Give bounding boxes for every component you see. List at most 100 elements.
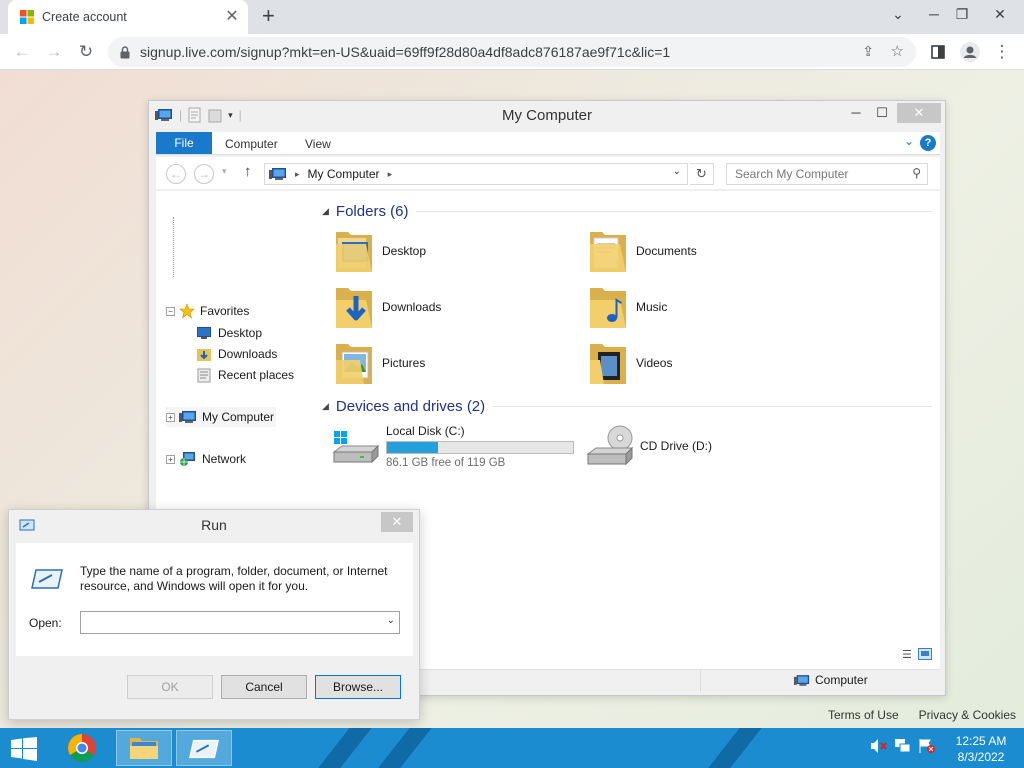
new-tab-button[interactable]: + <box>262 5 280 28</box>
tab-search-icon[interactable]: ⌄ <box>888 4 908 24</box>
run-open-input[interactable]: ⌄ <box>80 611 400 634</box>
tab-view[interactable]: View <box>305 132 331 154</box>
back-arrow-icon[interactable]: ← <box>10 40 34 64</box>
lock-icon <box>120 45 130 58</box>
taskbar-chrome[interactable] <box>54 730 110 766</box>
browser-tab-strip: Create account ✕ + ⌄ ─ ❐ ✕ <box>0 0 1024 34</box>
start-button-windows-icon[interactable] <box>10 737 38 761</box>
explorer-minimize-button[interactable]: ─ <box>843 103 869 123</box>
explorer-forward-icon[interactable]: → <box>194 164 214 184</box>
pictures-folder-icon <box>336 344 372 384</box>
run-program-icon <box>31 569 63 589</box>
refresh-icon[interactable]: ↻ <box>690 163 714 185</box>
explorer-titlebar[interactable]: | ▾ | My Computer ─ ☐ ✕ <box>149 101 945 131</box>
close-window-button[interactable]: ✕ <box>990 4 1010 24</box>
restore-button[interactable]: ❐ <box>952 4 972 24</box>
status-location: Computer <box>794 673 868 687</box>
folder-desktop[interactable]: Desktop <box>334 225 426 277</box>
explorer-address-bar[interactable]: ▸ My Computer ▸ ⌄ <box>264 163 688 185</box>
explorer-maximize-button[interactable]: ☐ <box>869 103 895 123</box>
explorer-search-input[interactable]: Search My Computer ⚲ <box>726 163 928 185</box>
volume-muted-icon[interactable] <box>870 738 888 754</box>
taskbar-clock[interactable]: 12:25 AM 8/3/2022 <box>948 733 1014 765</box>
breadcrumb-my-computer[interactable]: My Computer <box>308 167 380 181</box>
breadcrumb-chevron-icon[interactable]: ▸ <box>388 169 393 180</box>
url-text: signup.live.com/signup?mkt=en-US&uaid=69… <box>140 44 671 60</box>
profile-avatar-icon[interactable] <box>958 40 982 64</box>
address-bar[interactable]: signup.live.com/signup?mkt=en-US&uaid=69… <box>108 37 916 67</box>
devices-group-header[interactable]: ◢ Devices and drives (2) <box>322 398 932 415</box>
documents-folder-icon <box>590 232 626 272</box>
bookmark-star-icon[interactable]: ☆ <box>891 42 904 60</box>
reload-icon[interactable]: ↻ <box>74 40 98 64</box>
side-panel-icon[interactable] <box>926 40 950 64</box>
hard-drive-icon <box>332 430 380 463</box>
address-computer-icon <box>269 168 286 180</box>
collapse-icon[interactable]: − <box>166 306 175 316</box>
folder-music[interactable]: Music <box>588 281 667 333</box>
browser-tab[interactable]: Create account ✕ <box>8 0 248 34</box>
ok-button[interactable]: OK <box>127 675 213 699</box>
desktop-icon <box>197 327 211 339</box>
browser-toolbar: ← → ↻ signup.live.com/signup?mkt=en-US&u… <box>0 34 1024 70</box>
explorer-back-icon[interactable]: ← <box>166 164 186 184</box>
network-status-icon[interactable] <box>894 738 912 754</box>
up-arrow-icon[interactable]: ↑ <box>244 163 252 180</box>
breadcrumb-chevron-icon[interactable]: ▸ <box>295 169 300 180</box>
run-dialog: Run ✕ Type the name of a program, folder… <box>8 509 420 720</box>
taskbar-run[interactable] <box>176 730 232 766</box>
run-body: Type the name of a program, folder, docu… <box>16 543 413 656</box>
details-view-icon[interactable]: ☰ <box>902 648 912 661</box>
sidebar-item-network[interactable]: + Network <box>166 449 246 469</box>
drive-cd-d[interactable]: CD Drive (D:) <box>586 424 712 468</box>
explorer-navigation-bar: ← → ▾ ↑ ▸ My Computer ▸ ⌄ ↻ Search My Co… <box>156 157 940 189</box>
downloads-folder-icon <box>336 288 372 328</box>
microsoft-logo-icon <box>20 10 34 24</box>
sidebar-item-desktop[interactable]: Desktop <box>196 323 262 343</box>
help-icon[interactable]: ? <box>920 135 936 151</box>
collapse-group-icon[interactable]: ◢ <box>322 401 329 412</box>
sidebar-item-recent-places[interactable]: Recent places <box>196 365 294 385</box>
folder-videos[interactable]: Videos <box>588 337 672 389</box>
drive-local-disk-c[interactable]: Local Disk (C:) 86.1 GB free of 119 GB <box>332 424 574 469</box>
taskbar-file-explorer[interactable] <box>116 730 172 766</box>
chevron-down-icon[interactable]: ⌄ <box>387 615 395 626</box>
explorer-close-button[interactable]: ✕ <box>897 103 941 123</box>
explorer-title: My Computer <box>501 107 593 124</box>
expand-icon[interactable]: + <box>166 454 175 464</box>
tab-computer[interactable]: Computer <box>225 132 278 154</box>
search-icon: ⚲ <box>912 166 921 180</box>
run-close-button[interactable]: ✕ <box>381 512 413 532</box>
expand-ribbon-icon[interactable]: ⌄ <box>904 134 914 148</box>
music-folder-icon <box>590 288 626 328</box>
action-center-flag-icon[interactable] <box>918 738 936 754</box>
large-icons-view-icon[interactable] <box>917 648 932 660</box>
folder-pictures[interactable]: Pictures <box>334 337 425 389</box>
folder-documents[interactable]: Documents <box>588 225 697 277</box>
folder-icon <box>130 738 158 759</box>
tree-item-favorites[interactable]: − Favorites <box>166 301 249 321</box>
run-description: Type the name of a program, folder, docu… <box>80 564 388 593</box>
open-label: Open: <box>29 616 62 630</box>
folder-downloads[interactable]: Downloads <box>334 281 441 333</box>
browse-button[interactable]: Browse... <box>315 675 401 699</box>
system-tray <box>870 738 936 754</box>
forward-arrow-icon[interactable]: → <box>42 40 66 64</box>
share-icon[interactable]: ⇪ <box>862 43 874 60</box>
minimize-button[interactable]: ─ <box>924 4 944 24</box>
expand-icon[interactable]: + <box>166 412 175 422</box>
sidebar-item-my-computer[interactable]: + My Computer <box>166 407 276 427</box>
address-dropdown-icon[interactable]: ⌄ <box>673 166 681 177</box>
browser-menu-icon[interactable]: ⋮ <box>990 40 1014 64</box>
tab-title: Create account <box>42 10 127 24</box>
terms-of-use-link[interactable]: Terms of Use <box>828 708 899 722</box>
tab-close-icon[interactable]: ✕ <box>224 9 240 25</box>
drive-free-space: 86.1 GB free of 119 GB <box>386 457 506 469</box>
recent-locations-icon[interactable]: ▾ <box>222 166 227 177</box>
privacy-cookies-link[interactable]: Privacy & Cookies <box>919 708 1016 722</box>
tab-file[interactable]: File <box>156 132 212 154</box>
folders-group-header[interactable]: ◢ Folders (6) <box>322 203 932 220</box>
sidebar-item-downloads[interactable]: Downloads <box>196 344 277 364</box>
collapse-group-icon[interactable]: ◢ <box>322 206 329 217</box>
cancel-button[interactable]: Cancel <box>221 675 307 699</box>
